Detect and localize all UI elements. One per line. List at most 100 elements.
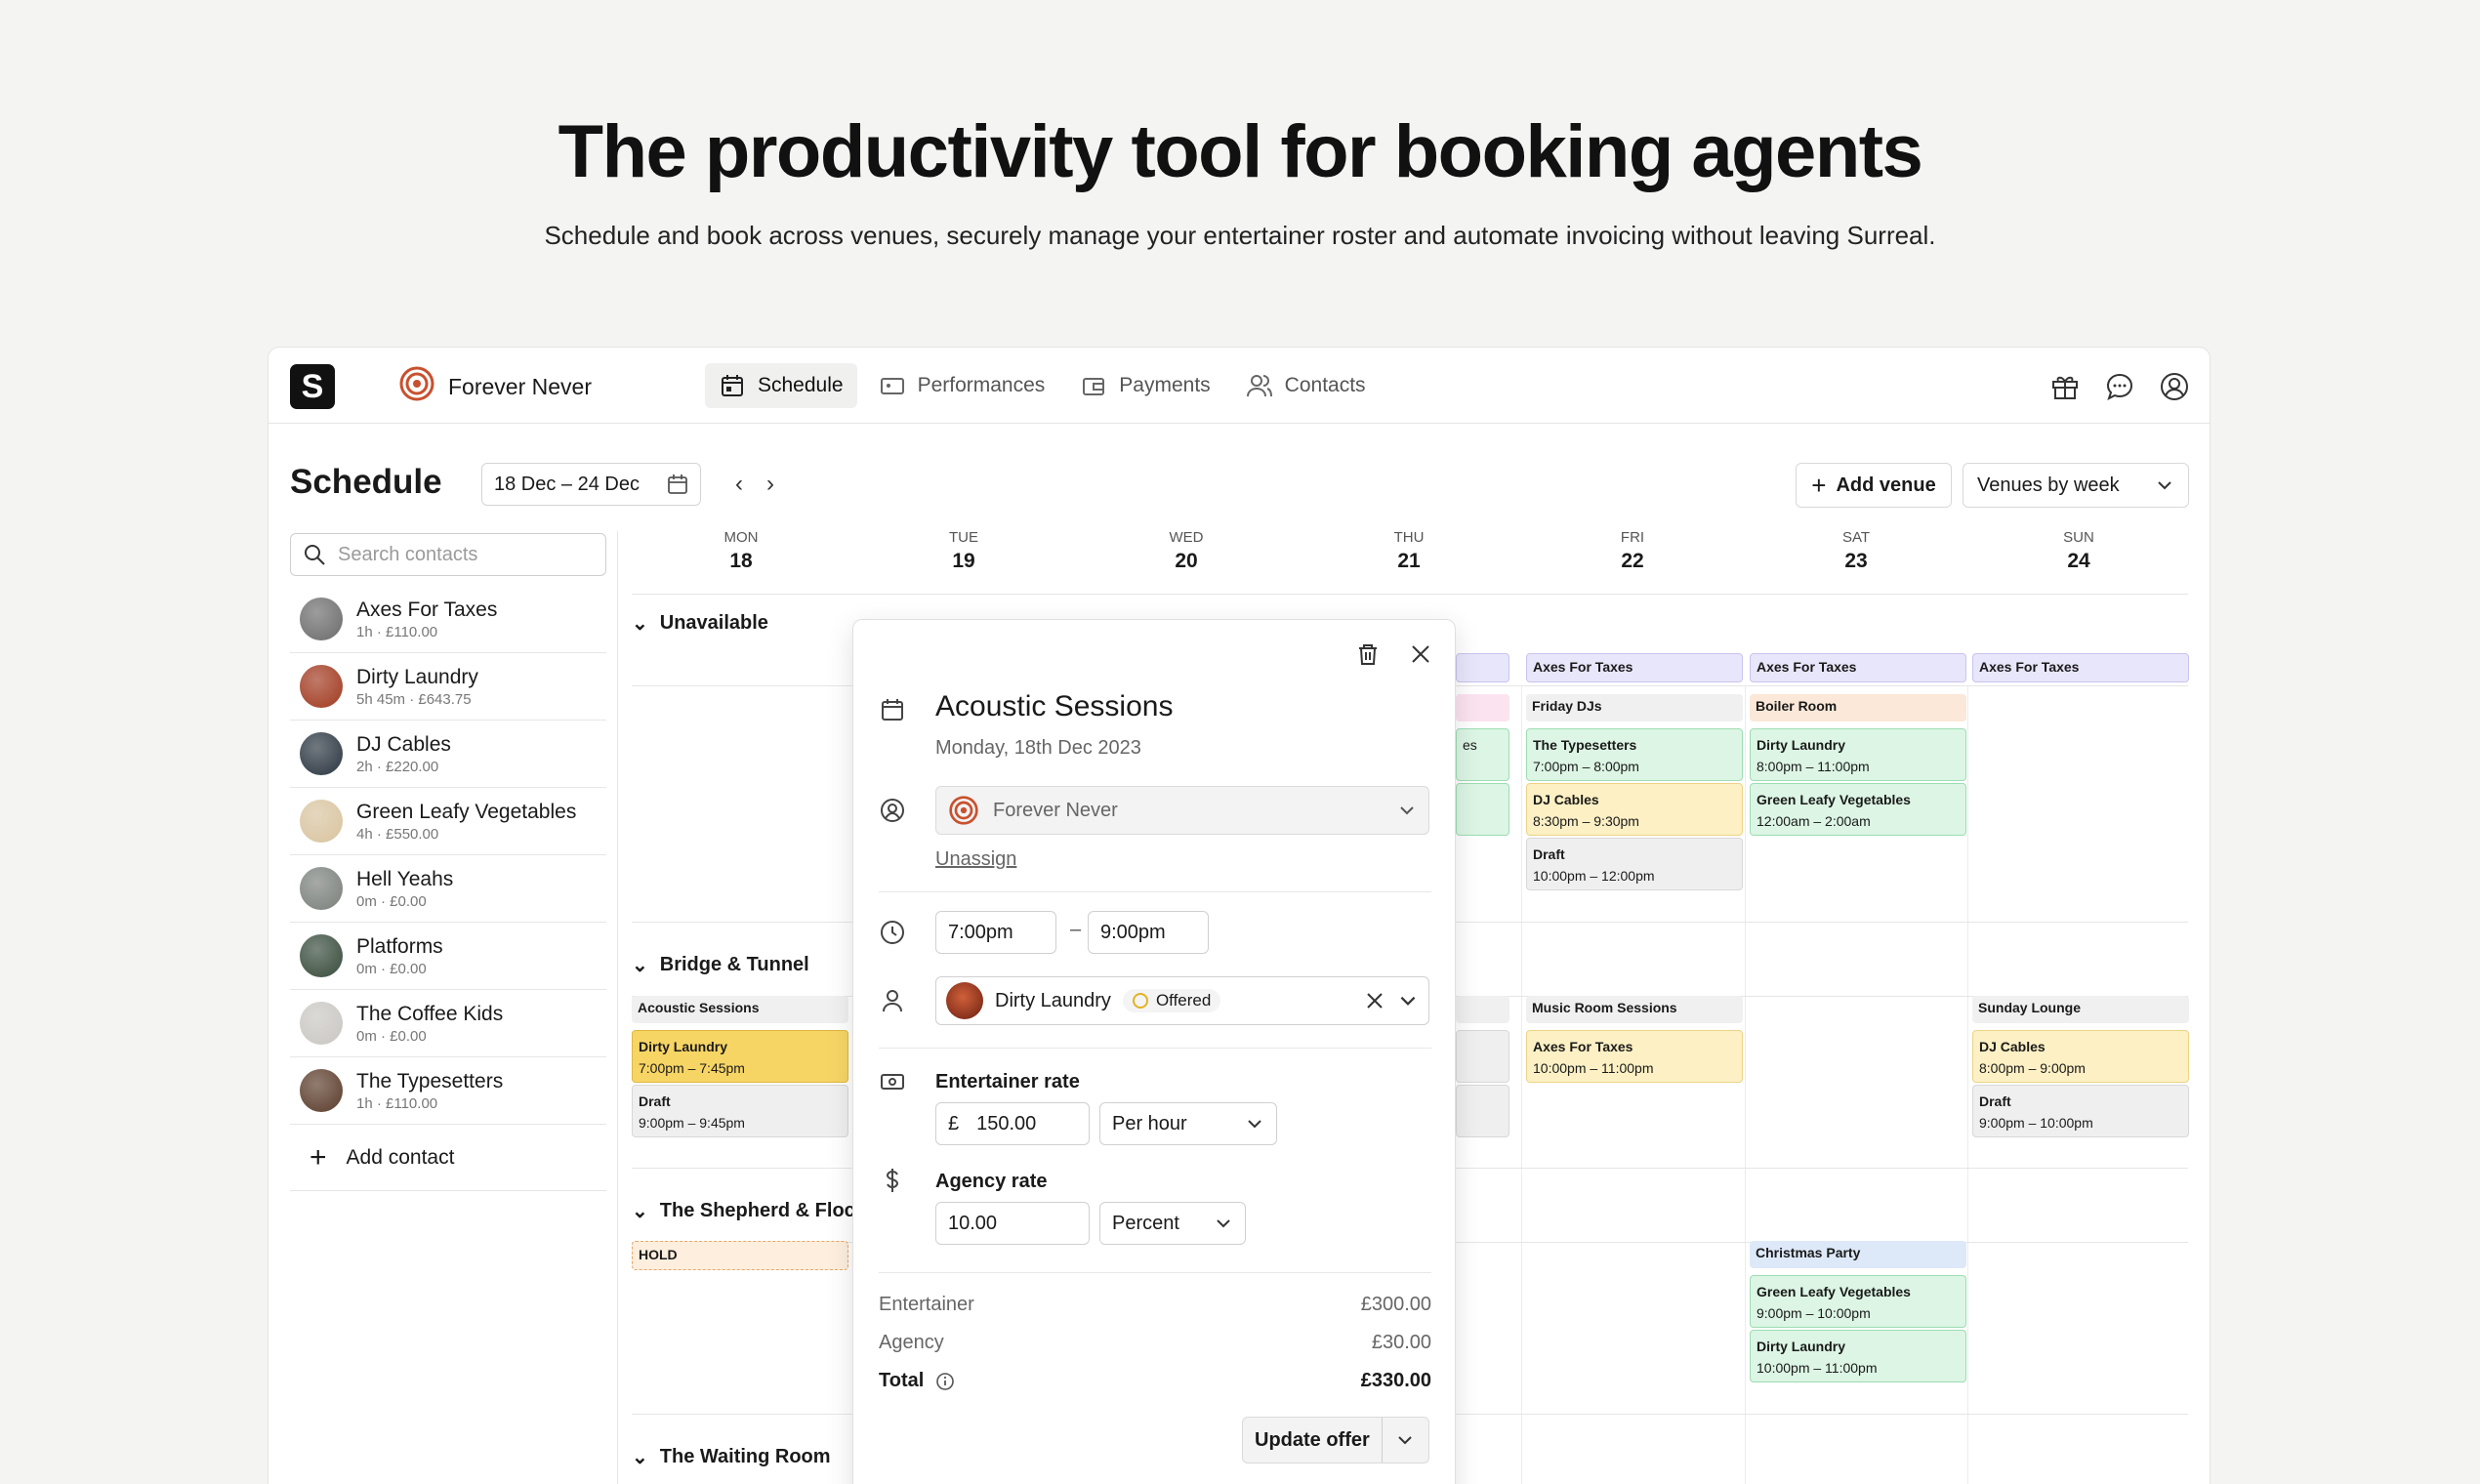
section-bridge-tunnel[interactable]: ⌄ Bridge & Tunnel [632, 953, 809, 977]
view-select[interactable]: Venues by week [1963, 463, 2189, 508]
trash-icon[interactable] [1355, 641, 1381, 667]
section-shepherd-flock[interactable]: ⌄ The Shepherd & Floc [632, 1199, 855, 1223]
summary-value: £330.00 [1360, 1370, 1431, 1391]
event-card[interactable]: Green Leafy Vegetables 9:00pm – 10:00pm [1750, 1275, 1966, 1328]
event-card-partial[interactable] [1456, 1085, 1509, 1137]
nav-performances[interactable]: Performances [865, 363, 1059, 408]
rate-unit-select[interactable]: Per hour [1099, 1102, 1277, 1145]
event-card[interactable]: Dirty Laundry 10:00pm – 11:00pm [1750, 1330, 1966, 1382]
pending-circle-icon [1132, 993, 1148, 1009]
contact-list-item[interactable]: Green Leafy Vegetables 4h · £550.00 [290, 788, 606, 855]
contact-list-item[interactable]: Axes For Taxes 1h · £110.00 [290, 586, 606, 653]
section-title: Bridge & Tunnel [659, 954, 809, 975]
gift-icon[interactable] [2049, 371, 2081, 402]
contact-name: Green Leafy Vegetables [356, 800, 577, 823]
chevron-right-icon[interactable]: › [766, 471, 774, 498]
event-unavailable-sun[interactable]: Axes For Taxes [1972, 653, 2189, 682]
agency-rate-input[interactable]: 10.00 [935, 1202, 1090, 1245]
event-venue-header[interactable]: Sunday Lounge [1972, 996, 2189, 1023]
event-unavailable-sat[interactable]: Axes For Taxes [1750, 653, 1966, 682]
start-time-input[interactable]: 7:00pm [935, 911, 1056, 954]
nav-label: Schedule [758, 374, 844, 396]
event-card[interactable]: Axes For Taxes 10:00pm – 11:00pm [1526, 1030, 1743, 1083]
status-label: Offered [1155, 991, 1212, 1010]
chevron-down-icon[interactable] [1383, 1430, 1428, 1450]
end-time-input[interactable]: 9:00pm [1088, 911, 1209, 954]
app-logo[interactable]: S [290, 364, 335, 409]
event-title: Green Leafy Vegetables [1757, 1284, 1911, 1299]
section-title: The Waiting Room [659, 1446, 831, 1467]
event-hold[interactable]: HOLD [632, 1241, 848, 1270]
event-venue-header[interactable]: Friday DJs [1526, 694, 1743, 721]
add-contact-button[interactable]: + Add contact [290, 1125, 606, 1191]
entertainer-rate-label: Entertainer rate [935, 1071, 1080, 1092]
chevron-down-icon [2158, 481, 2171, 490]
event-card[interactable]: Green Leafy Vegetables 12:00am – 2:00am [1750, 783, 1966, 836]
section-waiting-room[interactable]: ⌄ The Waiting Room [632, 1445, 831, 1469]
section-unavailable[interactable]: ⌄ Unavailable [632, 611, 768, 636]
contact-list-item[interactable]: Dirty Laundry 5h 45m · £643.75 [290, 653, 606, 721]
event-card[interactable]: Draft 9:00pm – 9:45pm [632, 1085, 848, 1137]
contact-list-item[interactable]: The Coffee Kids 0m · £0.00 [290, 990, 606, 1057]
event-venue-header[interactable]: Music Room Sessions [1526, 996, 1743, 1023]
event-venue-header[interactable]: Acoustic Sessions [632, 996, 848, 1023]
event-card[interactable]: Draft 9:00pm – 10:00pm [1972, 1085, 2189, 1137]
event-card[interactable]: DJ Cables 8:30pm – 9:30pm [1526, 783, 1743, 836]
chevron-down-icon[interactable] [1397, 990, 1419, 1011]
summary-agency: Agency £30.00 [879, 1332, 1431, 1354]
contact-list-item[interactable]: Platforms 0m · £0.00 [290, 923, 606, 990]
search-contacts-input[interactable]: Search contacts [290, 533, 606, 576]
account-icon[interactable] [2159, 371, 2190, 402]
event-card[interactable]: Dirty Laundry 8:00pm – 11:00pm [1750, 728, 1966, 781]
event-time: 8:30pm – 9:30pm [1533, 813, 1639, 829]
top-bar: S Forever Never Schedule Performances Pa… [269, 348, 2210, 424]
nav-payments[interactable]: Payments [1066, 363, 1223, 408]
app-window: S Forever Never Schedule Performances Pa… [268, 347, 2211, 1484]
event-card[interactable]: The Typesetters 7:00pm – 8:00pm [1526, 728, 1743, 781]
event-time: 8:00pm – 11:00pm [1757, 759, 1870, 774]
agency-unit-select[interactable]: Percent [1099, 1202, 1246, 1245]
day-of-week: WED [1169, 529, 1204, 546]
assignee-select[interactable]: Forever Never [935, 786, 1429, 835]
event-thu-partial[interactable] [1456, 783, 1509, 836]
account-icon [881, 799, 904, 822]
info-icon[interactable] [935, 1372, 955, 1391]
workspace-switcher[interactable]: Forever Never [399, 366, 592, 404]
event-venue-header[interactable]: Christmas Party [1750, 1241, 1966, 1268]
contact-list-item[interactable]: The Typesetters 1h · £110.00 [290, 1057, 606, 1125]
entertainer-rate-input[interactable]: £ 150.00 [935, 1102, 1090, 1145]
event-thu-partial[interactable]: es [1456, 728, 1509, 781]
plus-icon: + [1811, 470, 1827, 500]
chevron-down-icon [1217, 1219, 1230, 1228]
day-header: WED 20 [1077, 529, 1296, 573]
event-venue-header[interactable]: Boiler Room [1750, 694, 1966, 721]
event-card[interactable]: DJ Cables 8:00pm – 9:00pm [1972, 1030, 2189, 1083]
event-thu-head-partial[interactable] [1456, 694, 1509, 721]
section-title: Unavailable [659, 612, 768, 634]
close-icon[interactable] [1364, 990, 1385, 1011]
summary-entertainer: Entertainer £300.00 [879, 1294, 1431, 1316]
event-unavailable-fri[interactable]: Axes For Taxes [1526, 653, 1743, 682]
entertainer-rate-value: 150.00 [976, 1112, 1037, 1134]
date-range-picker[interactable]: 18 Dec – 24 Dec [481, 463, 701, 506]
chevron-left-icon[interactable]: ‹ [735, 471, 743, 498]
event-venue-header-partial[interactable] [1456, 996, 1509, 1023]
chevron-down-icon: ⌄ [632, 613, 648, 635]
event-title: DJ Cables [1533, 792, 1599, 807]
event-card[interactable]: Draft 10:00pm – 12:00pm [1526, 838, 1743, 890]
event-unavailable-thu[interactable] [1456, 653, 1509, 682]
nav-contacts[interactable]: Contacts [1232, 363, 1380, 408]
unassign-link[interactable]: Unassign [935, 848, 1016, 871]
add-venue-button[interactable]: + Add venue [1796, 463, 1952, 508]
close-icon[interactable] [1408, 641, 1433, 667]
update-offer-button[interactable]: Update offer [1242, 1417, 1429, 1463]
contact-list-item[interactable]: Hell Yeahs 0m · £0.00 [290, 855, 606, 923]
add-venue-label: Add venue [1836, 474, 1936, 496]
entertainer-select[interactable]: Dirty Laundry Offered [935, 976, 1429, 1025]
event-card[interactable]: Dirty Laundry 7:00pm – 7:45pm [632, 1030, 848, 1083]
nav-schedule[interactable]: Schedule [705, 363, 857, 408]
chat-icon[interactable] [2104, 371, 2135, 402]
event-time: 10:00pm – 12:00pm [1533, 868, 1655, 884]
contact-list-item[interactable]: DJ Cables 2h · £220.00 [290, 721, 606, 788]
event-card-partial[interactable] [1456, 1030, 1509, 1083]
